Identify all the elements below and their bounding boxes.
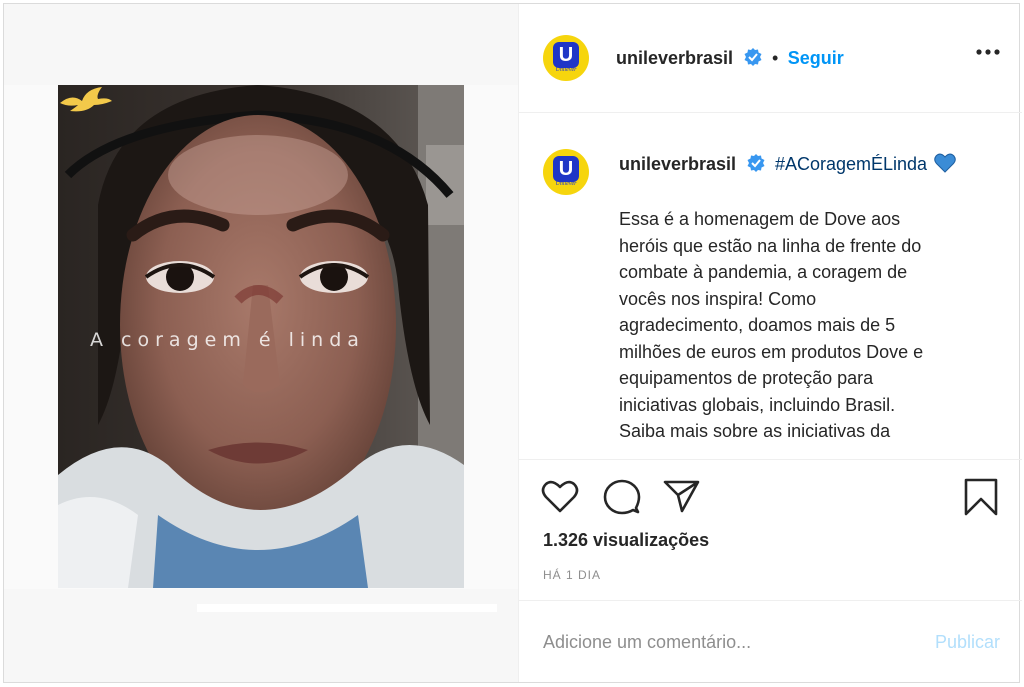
comment-form: Publicar	[519, 600, 1022, 683]
video-progress-track	[197, 604, 497, 612]
share-button[interactable]	[663, 478, 701, 517]
caption-line: Saiba mais sobre as iniciativas da	[619, 421, 891, 441]
media-letterbox-bottom	[4, 589, 518, 682]
more-options-icon[interactable]	[976, 49, 1000, 55]
avatar-wordmark: Unilever	[555, 181, 577, 187]
verified-badge-icon	[744, 48, 762, 66]
unilever-logo-icon: U	[553, 42, 579, 68]
post-header: U Unilever unileverbrasil • Seguir	[519, 4, 1022, 113]
username-link[interactable]: unileverbrasil	[616, 48, 733, 68]
comment-input[interactable]	[543, 627, 903, 657]
publish-button[interactable]: Publicar	[935, 632, 1000, 653]
post-side-panel: U Unilever unileverbrasil • Seguir U Uni…	[518, 4, 1022, 682]
caption-line: iniciativas globais, incluindo Brasil.	[619, 394, 896, 415]
save-button[interactable]	[963, 478, 999, 519]
share-icon	[663, 480, 700, 513]
caption-area: U Unilever unileverbrasil #ACoragemÉLind…	[519, 113, 1022, 459]
caption-username-link[interactable]: unileverbrasil	[619, 154, 736, 174]
heart-icon	[541, 480, 579, 513]
caption-line: heróis que estão na linha de frente do	[619, 235, 922, 256]
hashtag-link[interactable]: #ACoragemÉLinda	[775, 154, 927, 174]
caption-line: equipamentos de proteção para	[619, 368, 874, 388]
blue-heart-icon	[933, 153, 956, 173]
caption-line: milhões de euros em produtos Dove e	[619, 341, 924, 362]
avatar[interactable]: U Unilever	[543, 35, 589, 81]
post-photo[interactable]: A coragem é linda	[58, 85, 464, 588]
header-user-line: unileverbrasil • Seguir	[616, 48, 844, 69]
dove-icon	[60, 87, 112, 112]
view-count[interactable]: 1.326 visualizações	[543, 530, 709, 551]
caption-line: agradecimento, doamos mais de 5	[619, 315, 896, 335]
comment-icon	[603, 479, 641, 515]
bookmark-icon	[964, 478, 998, 516]
overlay-caption: A coragem é linda	[90, 329, 365, 351]
comment-button[interactable]	[603, 478, 641, 519]
media-letterbox-top	[4, 4, 518, 85]
caption-line: Essa é a homenagem de Dove aos	[619, 209, 901, 229]
follow-button[interactable]: Seguir	[788, 48, 844, 68]
caption-text: Essa é a homenagem de Dove aos heróis qu…	[619, 206, 989, 445]
caption-header-line: unileverbrasil #ACoragemÉLinda	[619, 153, 956, 175]
post-media: A coragem é linda	[4, 4, 518, 682]
avatar-wordmark: Unilever	[555, 67, 577, 73]
post-dialog: A coragem é linda U Unilever unileverbra…	[3, 3, 1022, 683]
caption-line: vocês nos inspira! Como	[619, 288, 817, 309]
verified-badge-icon	[747, 154, 765, 172]
post-timestamp[interactable]: HÁ 1 DIA	[543, 568, 601, 582]
unilever-logo-icon: U	[553, 156, 579, 182]
like-button[interactable]	[541, 478, 579, 517]
separator-dot: •	[771, 48, 779, 68]
caption-avatar[interactable]: U Unilever	[543, 149, 589, 195]
caption-line: combate à pandemia, a coragem de	[619, 262, 908, 282]
post-actions: 1.326 visualizações HÁ 1 DIA Publicar	[519, 459, 1022, 682]
